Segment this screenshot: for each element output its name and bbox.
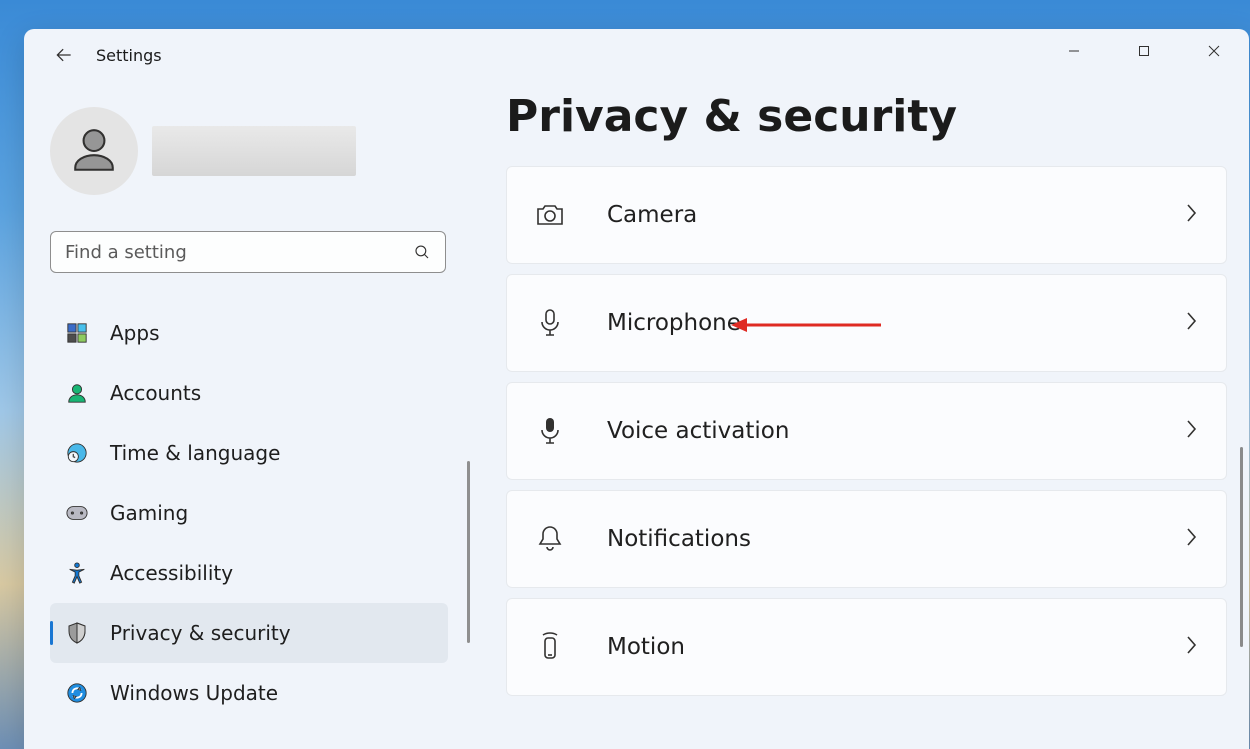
app-title: Settings [96, 46, 162, 65]
figure-icon [66, 562, 88, 584]
minimize-button[interactable] [1039, 29, 1109, 73]
card-label: Camera [607, 202, 697, 228]
nav-list: Apps Accounts [50, 303, 458, 723]
back-button[interactable] [52, 43, 76, 67]
card-motion[interactable]: Motion [506, 598, 1227, 696]
sidebar-item-label: Accessibility [110, 561, 233, 585]
window-controls [1039, 29, 1249, 81]
chevron-right-icon [1184, 310, 1198, 336]
profile-row[interactable] [50, 107, 458, 195]
sidebar-item-accessibility[interactable]: Accessibility [50, 543, 448, 603]
sidebar: Apps Accounts [24, 81, 484, 749]
sidebar-item-label: Privacy & security [110, 621, 291, 645]
card-camera[interactable]: Camera [506, 166, 1227, 264]
card-label: Microphone [607, 310, 741, 336]
shield-icon [66, 622, 88, 644]
camera-icon [535, 200, 565, 230]
sidebar-item-windows-update[interactable]: Windows Update [50, 663, 448, 723]
minimize-icon [1068, 45, 1080, 57]
avatar [50, 107, 138, 195]
page-title: Privacy & security [484, 91, 1249, 142]
sidebar-item-label: Accounts [110, 381, 201, 405]
chevron-right-icon [1184, 526, 1198, 552]
sidebar-item-label: Windows Update [110, 681, 278, 705]
card-label: Voice activation [607, 418, 789, 444]
sidebar-item-label: Gaming [110, 501, 188, 525]
card-label: Notifications [607, 526, 751, 552]
settings-card-list: Camera Microphone [484, 166, 1249, 696]
account-name-redacted [152, 126, 356, 176]
titlebar: Settings [24, 29, 1249, 81]
microphone-icon [535, 308, 565, 338]
sidebar-item-accounts[interactable]: Accounts [50, 363, 448, 423]
card-microphone[interactable]: Microphone [506, 274, 1227, 372]
sidebar-item-time-language[interactable]: Time & language [50, 423, 448, 483]
chevron-right-icon [1184, 418, 1198, 444]
main-content: Privacy & security Camera [484, 81, 1249, 749]
sidebar-item-label: Apps [110, 321, 160, 345]
apps-icon [66, 322, 88, 344]
person-icon [66, 382, 88, 404]
main-scrollbar[interactable] [1240, 447, 1243, 647]
card-voice-activation[interactable]: Voice activation [506, 382, 1227, 480]
search-input[interactable] [65, 242, 413, 263]
settings-window: Settings [24, 29, 1249, 749]
card-label: Motion [607, 634, 685, 660]
maximize-button[interactable] [1109, 29, 1179, 73]
update-icon [66, 682, 88, 704]
person-icon [69, 126, 119, 176]
card-notifications[interactable]: Notifications [506, 490, 1227, 588]
arrow-left-icon [54, 45, 74, 65]
chevron-right-icon [1184, 202, 1198, 228]
sidebar-scrollbar[interactable] [467, 461, 470, 643]
voice-mic-icon [535, 416, 565, 446]
search-box[interactable] [50, 231, 446, 273]
chevron-right-icon [1184, 634, 1198, 660]
close-button[interactable] [1179, 29, 1249, 73]
motion-icon [535, 632, 565, 662]
bell-icon [535, 524, 565, 554]
sidebar-item-label: Time & language [110, 441, 280, 465]
gamepad-icon [66, 502, 88, 524]
close-icon [1208, 45, 1220, 57]
sidebar-item-privacy-security[interactable]: Privacy & security [50, 603, 448, 663]
sidebar-item-apps[interactable]: Apps [50, 303, 448, 363]
maximize-icon [1138, 45, 1150, 57]
globe-icon [66, 442, 88, 464]
annotation-arrow [731, 315, 881, 335]
sidebar-item-gaming[interactable]: Gaming [50, 483, 448, 543]
search-icon [413, 243, 431, 261]
